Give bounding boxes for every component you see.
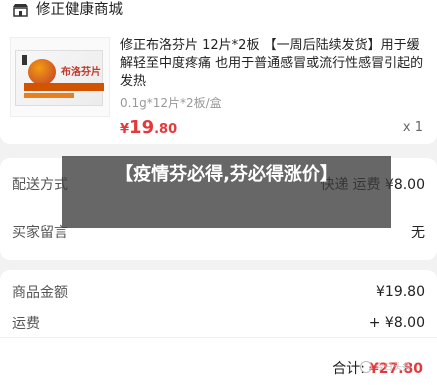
divider (0, 337, 437, 338)
watermark-text: 今日头条 (375, 363, 412, 373)
freight-row: 运费 + ¥8.00 (12, 313, 425, 333)
product-price: ¥19.80 (120, 117, 177, 138)
buyer-message-value: 无 (411, 225, 425, 241)
product-title[interactable]: 修正布洛芬片 12片*2板 【一周后陆续发货】用于缓解轻至中度疼痛 也用于普通感… (120, 37, 425, 91)
watermark: 今日头条 (360, 360, 411, 373)
subtotal-row: 商品金额 ¥19.80 (12, 282, 425, 302)
headline-banner: 【疫情芬必得,芬必得涨价】 (62, 156, 391, 228)
medicine-box-graphic: 布洛芬片 (15, 50, 104, 106)
subtotal-label: 商品金额 (12, 285, 68, 301)
subtotal-value: ¥19.80 (376, 284, 425, 300)
store-name: 修正健康商城 (36, 2, 123, 18)
product-card: 修正健康商城 布洛芬片 修正布洛芬片 12片*2板 【一周后陆续发货】用于缓解轻… (0, 0, 437, 144)
product-image[interactable]: 布洛芬片 (10, 37, 110, 117)
product-image-label: 布洛芬片 (61, 67, 101, 78)
freight-value: + ¥8.00 (368, 315, 425, 331)
price-integer: 19 (129, 117, 155, 138)
product-logo-graphic (28, 59, 56, 85)
product-spec: 0.1g*12片*2板/盒 (120, 96, 222, 110)
shipping-label: 配送方式 (12, 177, 68, 193)
watermark-logo-icon (360, 360, 372, 373)
shop-icon (13, 4, 28, 17)
price-currency: ¥ (120, 122, 130, 137)
product-quantity: x 1 (402, 120, 423, 135)
price-decimal: .80 (154, 122, 178, 137)
store-header[interactable]: 修正健康商城 (12, 0, 123, 20)
buyer-message-label: 买家留言 (12, 225, 68, 241)
freight-label: 运费 (12, 316, 40, 332)
